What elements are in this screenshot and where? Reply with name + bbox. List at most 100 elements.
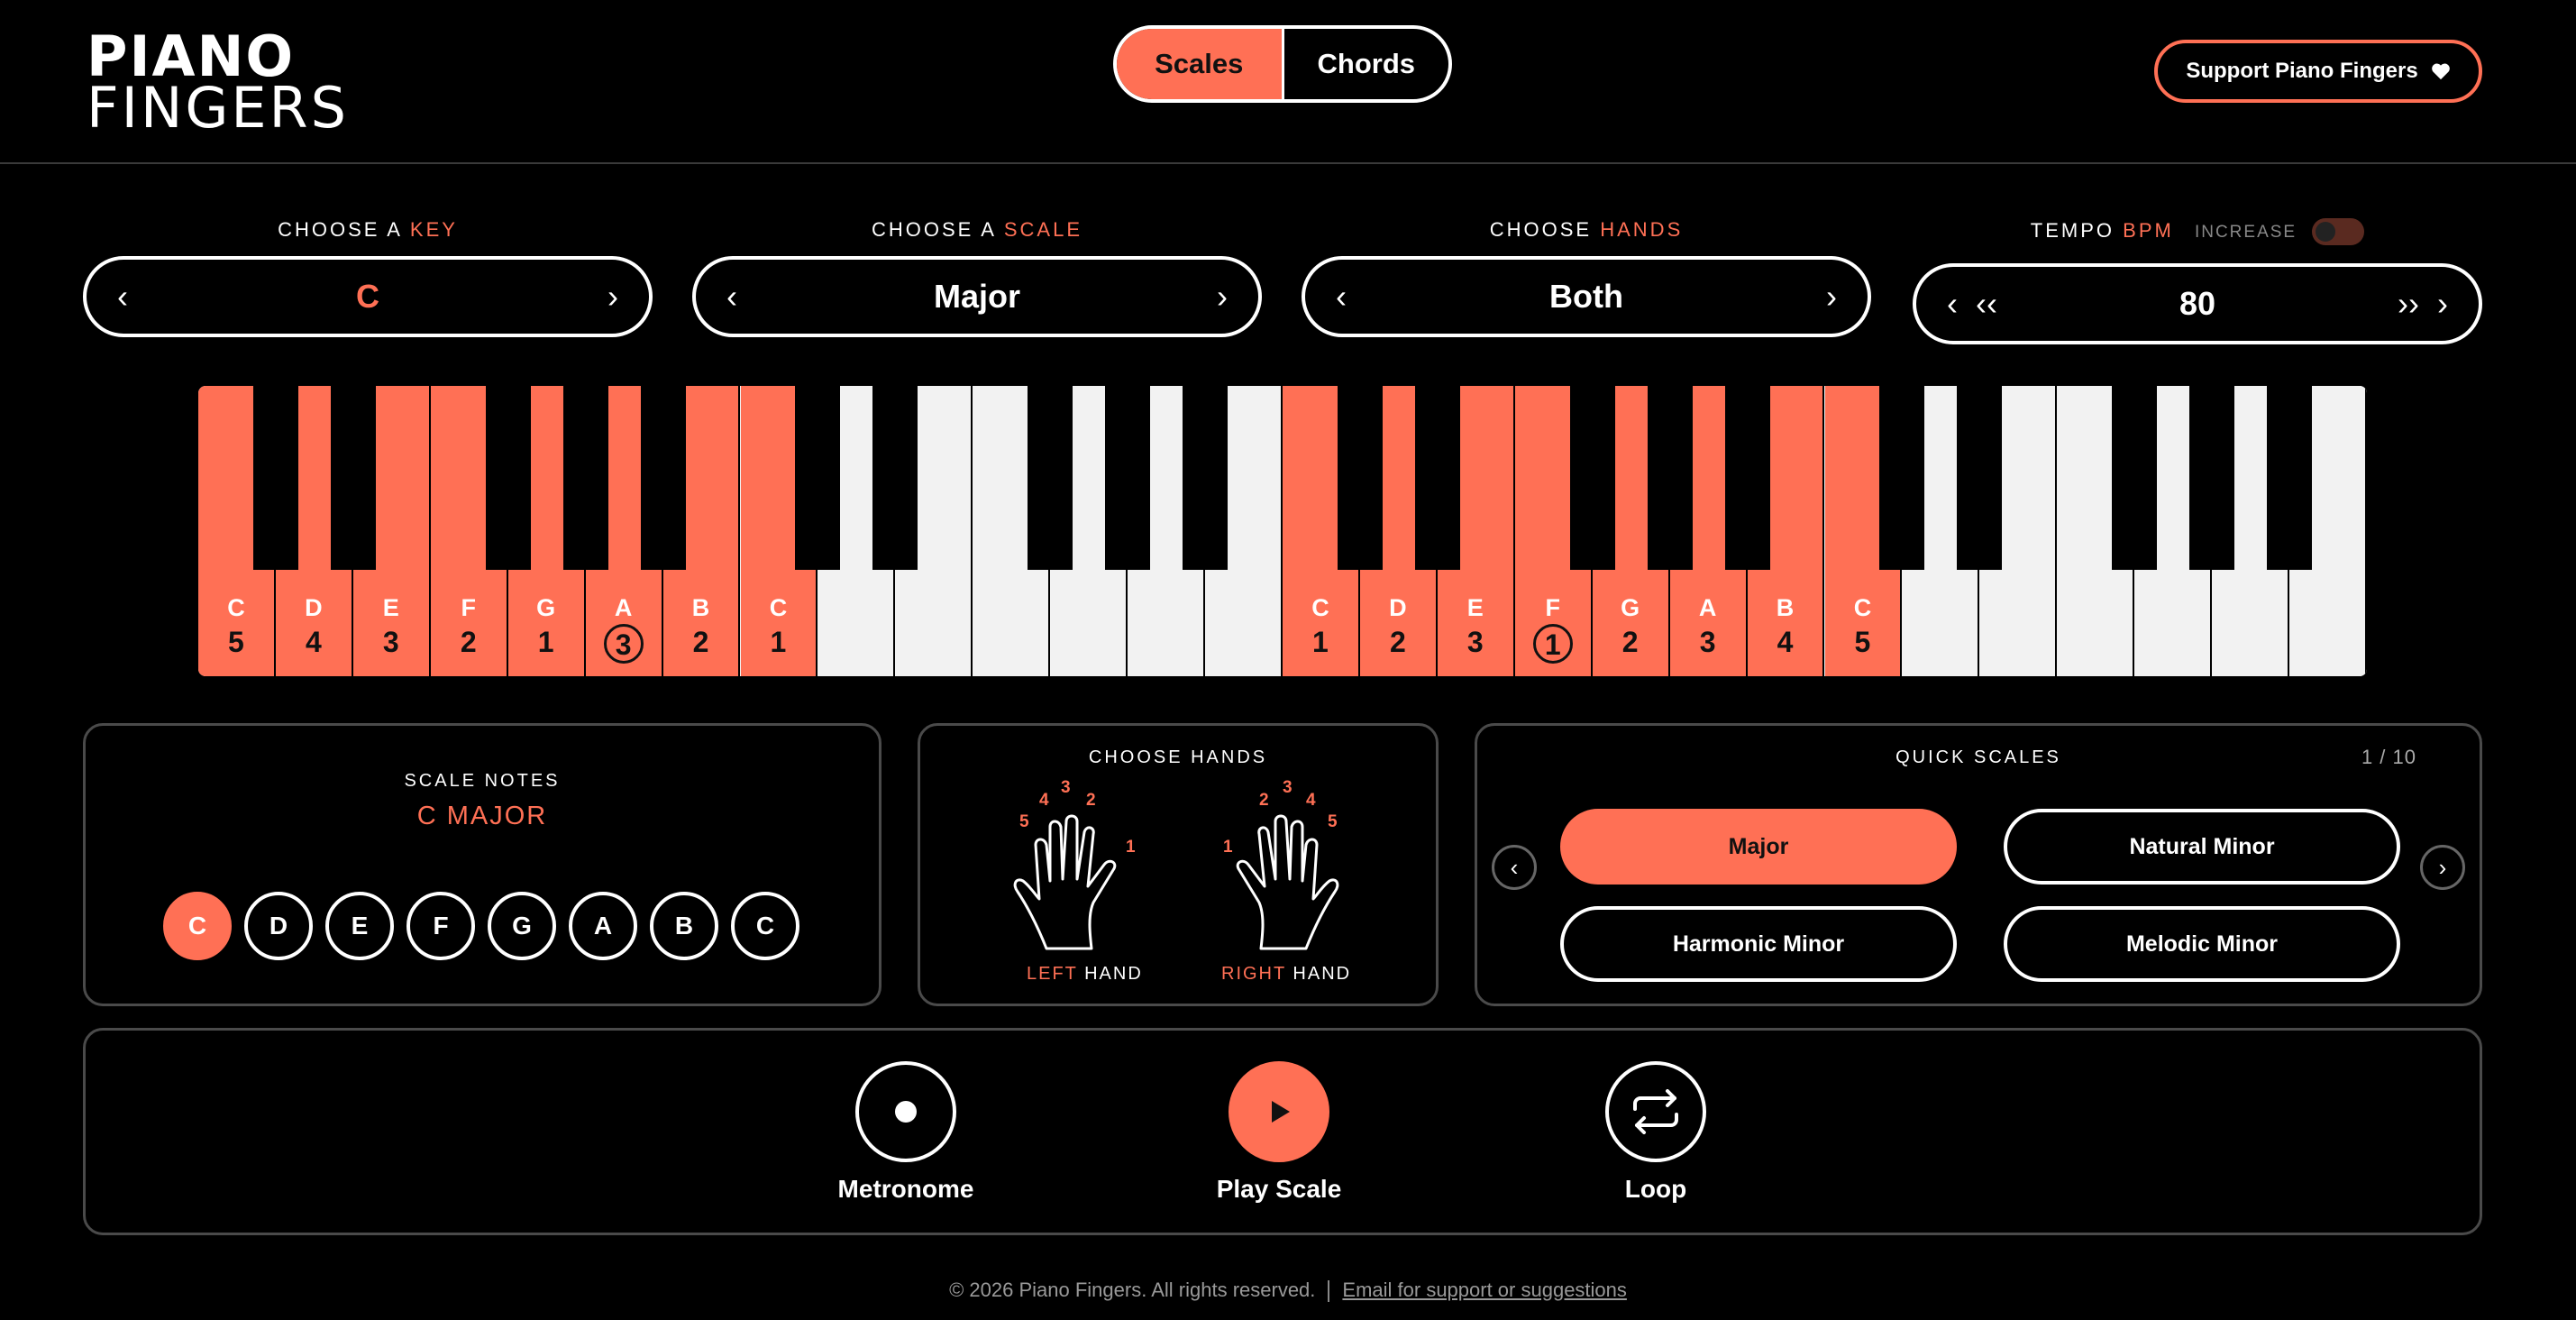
tempo-prev-button[interactable]: ‹ — [1947, 285, 1958, 323]
key-finger-number — [1068, 624, 1108, 664]
scale-notes-title: SCALE NOTES — [404, 771, 561, 791]
black-key[interactable] — [2267, 386, 2313, 570]
key-finger-number — [1920, 624, 1959, 664]
black-key[interactable] — [1105, 386, 1151, 570]
key-note-label: C — [227, 594, 245, 621]
support-label: Support Piano Fingers — [2186, 59, 2418, 83]
black-key[interactable] — [2112, 386, 2158, 570]
quick-scale-harmonic-minor[interactable]: Harmonic Minor — [1560, 906, 1957, 982]
black-key[interactable] — [485, 386, 531, 570]
black-key[interactable] — [1647, 386, 1693, 570]
key-finger-number: 3 — [1699, 626, 1716, 658]
tempo-next-button[interactable]: › — [2437, 285, 2448, 323]
left-finger-2: 2 — [1086, 791, 1096, 810]
black-key[interactable] — [562, 386, 608, 570]
scale-note[interactable]: D — [244, 892, 313, 960]
black-key[interactable] — [1724, 386, 1770, 570]
key-finger-number — [1223, 624, 1263, 664]
quick-scales-prev-button[interactable]: ‹ — [1492, 845, 1537, 890]
scale-selector-label: CHOOSE A SCALE — [872, 218, 1082, 241]
key-finger-number — [1997, 624, 2037, 664]
black-key[interactable] — [640, 386, 686, 570]
piano-keyboard: C 5 D 4 E 3 F 2 G 1 A 3 B 2 C 1 C 1 D 2 E 3 F 1 G 2 A 3 B 4 C 5 — [198, 386, 2367, 676]
black-key[interactable] — [1414, 386, 1460, 570]
key-selector: CHOOSE A KEY ‹ C › — [83, 215, 653, 341]
black-key[interactable] — [1337, 386, 1383, 570]
key-note-label: D — [305, 594, 323, 621]
tempo-prev-fast-button[interactable]: ‹‹ — [1976, 285, 1997, 323]
left-hand-label: LEFT HAND — [1027, 964, 1143, 984]
scale-note[interactable]: C — [731, 892, 799, 960]
black-key[interactable] — [1957, 386, 2003, 570]
key-note-label: F — [461, 594, 476, 621]
hands-next-button[interactable]: › — [1826, 278, 1837, 316]
key-note-label: F — [1545, 594, 1560, 621]
play-button[interactable] — [1229, 1061, 1329, 1162]
scale-prev-button[interactable]: ‹ — [726, 278, 737, 316]
black-key[interactable] — [1183, 386, 1229, 570]
key-value: C — [356, 278, 379, 315]
key-note-label: E — [1466, 594, 1484, 621]
footer: © 2026 Piano Fingers. All rights reserve… — [0, 1279, 2576, 1303]
support-email-link[interactable]: Email for support or suggestions — [1342, 1279, 1627, 1301]
key-finger-number: 1 — [537, 626, 554, 658]
increase-toggle[interactable] — [2312, 218, 2365, 245]
right-finger-4: 4 — [1306, 791, 1316, 810]
logo[interactable]: PIANO FINGERS — [87, 28, 349, 135]
tab-chords[interactable]: Chords — [1284, 29, 1449, 99]
key-prev-button[interactable]: ‹ — [117, 278, 128, 316]
key-finger-number: 1 — [1532, 624, 1573, 664]
scale-pill: ‹ Major › — [692, 256, 1262, 337]
key-note-label: D — [1389, 594, 1407, 621]
quick-scale-natural-minor[interactable]: Natural Minor — [2004, 809, 2400, 885]
scale-note[interactable]: C — [163, 892, 232, 960]
key-note-label: E — [382, 594, 399, 621]
quick-scales-next-button[interactable]: › — [2420, 845, 2465, 890]
copyright-text: © 2026 Piano Fingers. All rights reserve… — [949, 1279, 1316, 1301]
hands-pill: ‹ Both › — [1302, 256, 1871, 337]
black-key[interactable] — [795, 386, 841, 570]
metronome-control[interactable]: Metronome — [825, 1061, 987, 1204]
black-key[interactable] — [1028, 386, 1073, 570]
key-finger-number — [2230, 624, 2270, 664]
black-key[interactable] — [330, 386, 376, 570]
loop-button[interactable] — [1605, 1061, 1706, 1162]
quick-scale-major[interactable]: Major — [1560, 809, 1957, 885]
scale-note[interactable]: B — [650, 892, 718, 960]
key-finger-number: 2 — [1389, 626, 1406, 658]
loop-control[interactable]: Loop — [1575, 1061, 1737, 1204]
quick-scale-melodic-minor[interactable]: Melodic Minor — [2004, 906, 2400, 982]
black-key[interactable] — [872, 386, 918, 570]
tempo-value: 80 — [2179, 285, 2216, 322]
black-key[interactable] — [252, 386, 298, 570]
heart-icon — [2431, 63, 2450, 80]
black-key[interactable] — [1879, 386, 1925, 570]
scale-next-button[interactable]: › — [1217, 278, 1228, 316]
key-finger-number: 3 — [382, 626, 399, 658]
right-finger-3: 3 — [1283, 778, 1293, 797]
key-finger-number: 1 — [770, 626, 787, 658]
key-selector-label: CHOOSE A KEY — [278, 218, 458, 241]
black-key[interactable] — [2189, 386, 2235, 570]
scale-note[interactable]: E — [325, 892, 394, 960]
support-button[interactable]: Support Piano Fingers — [2154, 40, 2482, 103]
mode-switch: Scales Chords — [1113, 25, 1452, 103]
hands-panel-title: CHOOSE HANDS — [1088, 747, 1268, 767]
key-next-button[interactable]: › — [607, 278, 618, 316]
black-key[interactable] — [1569, 386, 1615, 570]
key-finger-number — [1146, 624, 1185, 664]
scale-note[interactable]: F — [406, 892, 475, 960]
toggle-knob — [2316, 222, 2336, 242]
tab-scales[interactable]: Scales — [1117, 29, 1284, 99]
play-icon — [1272, 1101, 1290, 1123]
tempo-next-fast-button[interactable]: ›› — [2398, 285, 2419, 323]
key-finger-number — [2075, 624, 2115, 664]
right-hand-icon[interactable] — [1219, 809, 1342, 953]
scale-note[interactable]: G — [488, 892, 556, 960]
scale-note[interactable]: A — [569, 892, 637, 960]
hands-prev-button[interactable]: ‹ — [1336, 278, 1347, 316]
key-note-label: B — [691, 594, 710, 621]
metronome-button[interactable] — [855, 1061, 956, 1162]
tempo-pill: ‹ ‹‹ 80 ›› › — [1913, 263, 2482, 344]
play-control[interactable]: Play Scale — [1189, 1061, 1369, 1204]
